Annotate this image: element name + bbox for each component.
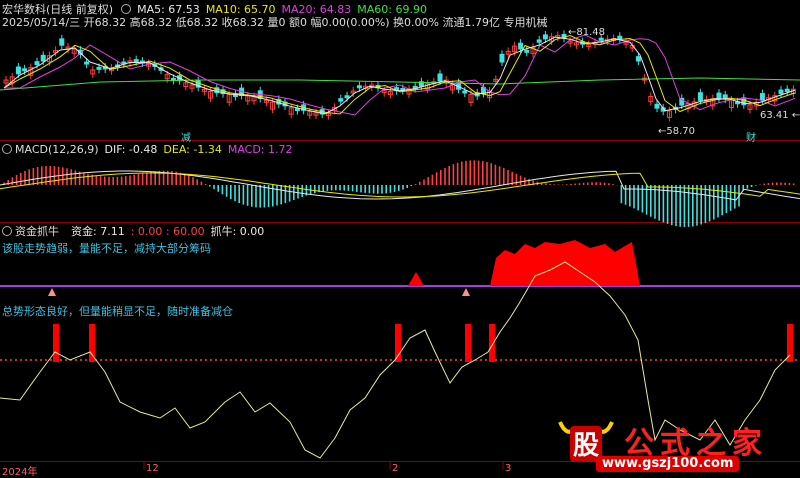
candle-body <box>437 73 443 82</box>
candle-body <box>542 34 548 40</box>
logo-glyph: 股 <box>573 431 599 461</box>
ma20-line <box>4 34 796 116</box>
macd-header: MACD(12,26,9) DIF: -0.48 DEA: -1.34 MACD: 1… <box>0 143 293 157</box>
candle-body <box>518 42 524 50</box>
signal-bar <box>489 324 495 362</box>
ma5-line <box>3 36 796 115</box>
capital-header: 资金抓牛 资金: 7.11 : 0.00 : 60.00 抓牛: 0.00 <box>0 225 264 239</box>
right-annotation: 63.41 ← <box>760 110 800 121</box>
xaxis-label: 2 <box>392 463 399 474</box>
zijin-value: 资金: 7.11 <box>71 225 125 238</box>
zhuaniu-value: 抓牛: 0.00 <box>210 225 265 238</box>
candle-body <box>294 108 300 112</box>
watermark-logo: 股 公式之家 www.gszj100.com <box>556 416 794 474</box>
capital-spike <box>408 272 424 286</box>
xaxis-label: 12 <box>146 463 159 474</box>
settings-circle-icon[interactable] <box>2 226 12 236</box>
candle-body <box>34 61 40 66</box>
candle-body <box>462 90 468 94</box>
candle-body <box>716 92 722 99</box>
settings-circle-icon[interactable] <box>2 144 12 154</box>
candle-body <box>598 37 604 41</box>
candle-body <box>654 103 660 109</box>
capital-marker <box>462 288 470 296</box>
capital-note-good: 总势形态良好，但量能稍显不足，随时准备减仓 <box>2 305 233 318</box>
signal-bar <box>53 324 59 362</box>
signal-bar <box>465 324 471 362</box>
candle-body <box>22 68 28 72</box>
capital-title[interactable]: 资金抓牛 <box>15 225 59 238</box>
dea-value: DEA: -1.34 <box>163 143 222 156</box>
finance-tag[interactable]: 财 <box>746 129 756 144</box>
candle-body <box>524 49 530 53</box>
xaxis-label: 3 <box>505 463 512 474</box>
capital-area <box>490 240 640 286</box>
capital-marker <box>48 288 56 296</box>
low-annotation: ←58.70 <box>658 126 696 137</box>
candle-body <box>338 98 344 102</box>
candle-body <box>697 92 703 101</box>
macd-panel <box>0 160 800 227</box>
ma60-line <box>0 77 800 91</box>
high-annotation: ←81.48 <box>568 27 606 38</box>
x-axis <box>143 462 504 470</box>
candle-body <box>356 85 362 89</box>
watermark-url: www.gszj100.com <box>596 456 740 472</box>
candle-body <box>96 66 102 70</box>
candle-body <box>84 61 90 65</box>
candle-body <box>59 38 65 46</box>
candle-body <box>635 56 641 62</box>
candle-body <box>15 66 21 75</box>
candle-body <box>536 39 542 43</box>
candle-body <box>499 53 505 63</box>
ma10-line <box>3 34 796 115</box>
candle-body <box>778 89 784 95</box>
candle-body <box>784 88 790 92</box>
price-panel <box>0 30 800 122</box>
candle-body <box>40 54 46 62</box>
reduce-tag[interactable]: 减 <box>181 129 191 144</box>
capital-note-weak: 该股走势趋弱，量能不足，减持大部分筹码 <box>2 242 211 255</box>
bar-info: 2025/05/14/三 开68.32 高68.32 低68.32 收68.32… <box>2 16 548 29</box>
dif-value: DIF: -0.48 <box>104 143 158 156</box>
candle-body <box>759 93 765 101</box>
settings-circle-icon[interactable] <box>121 4 132 14</box>
candle-body <box>344 95 350 99</box>
candle-body <box>133 59 139 63</box>
signal-bar <box>89 324 95 362</box>
signal-bar <box>787 324 793 362</box>
levels-value: : 0.00 : 60.00 <box>130 225 205 238</box>
macd-value: MACD: 1.72 <box>227 143 293 156</box>
macd-title[interactable]: MACD(12,26,9) <box>15 143 99 156</box>
